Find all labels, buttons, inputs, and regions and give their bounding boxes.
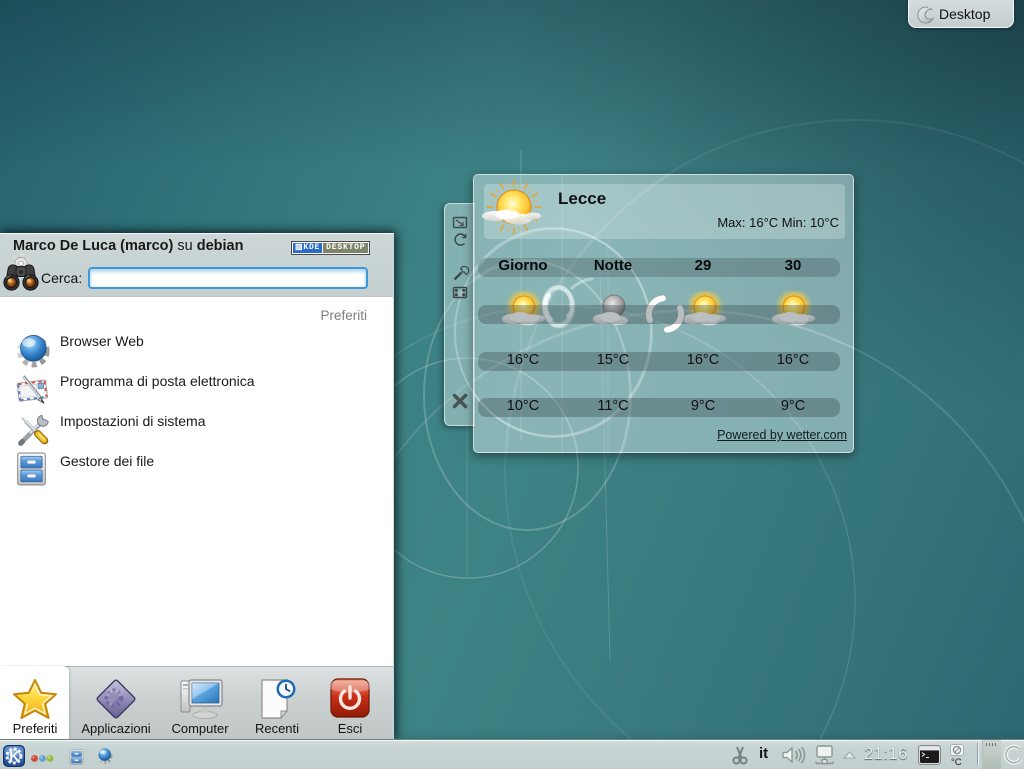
svg-text:K: K [9, 749, 19, 764]
svg-text:°C: °C [951, 757, 962, 766]
